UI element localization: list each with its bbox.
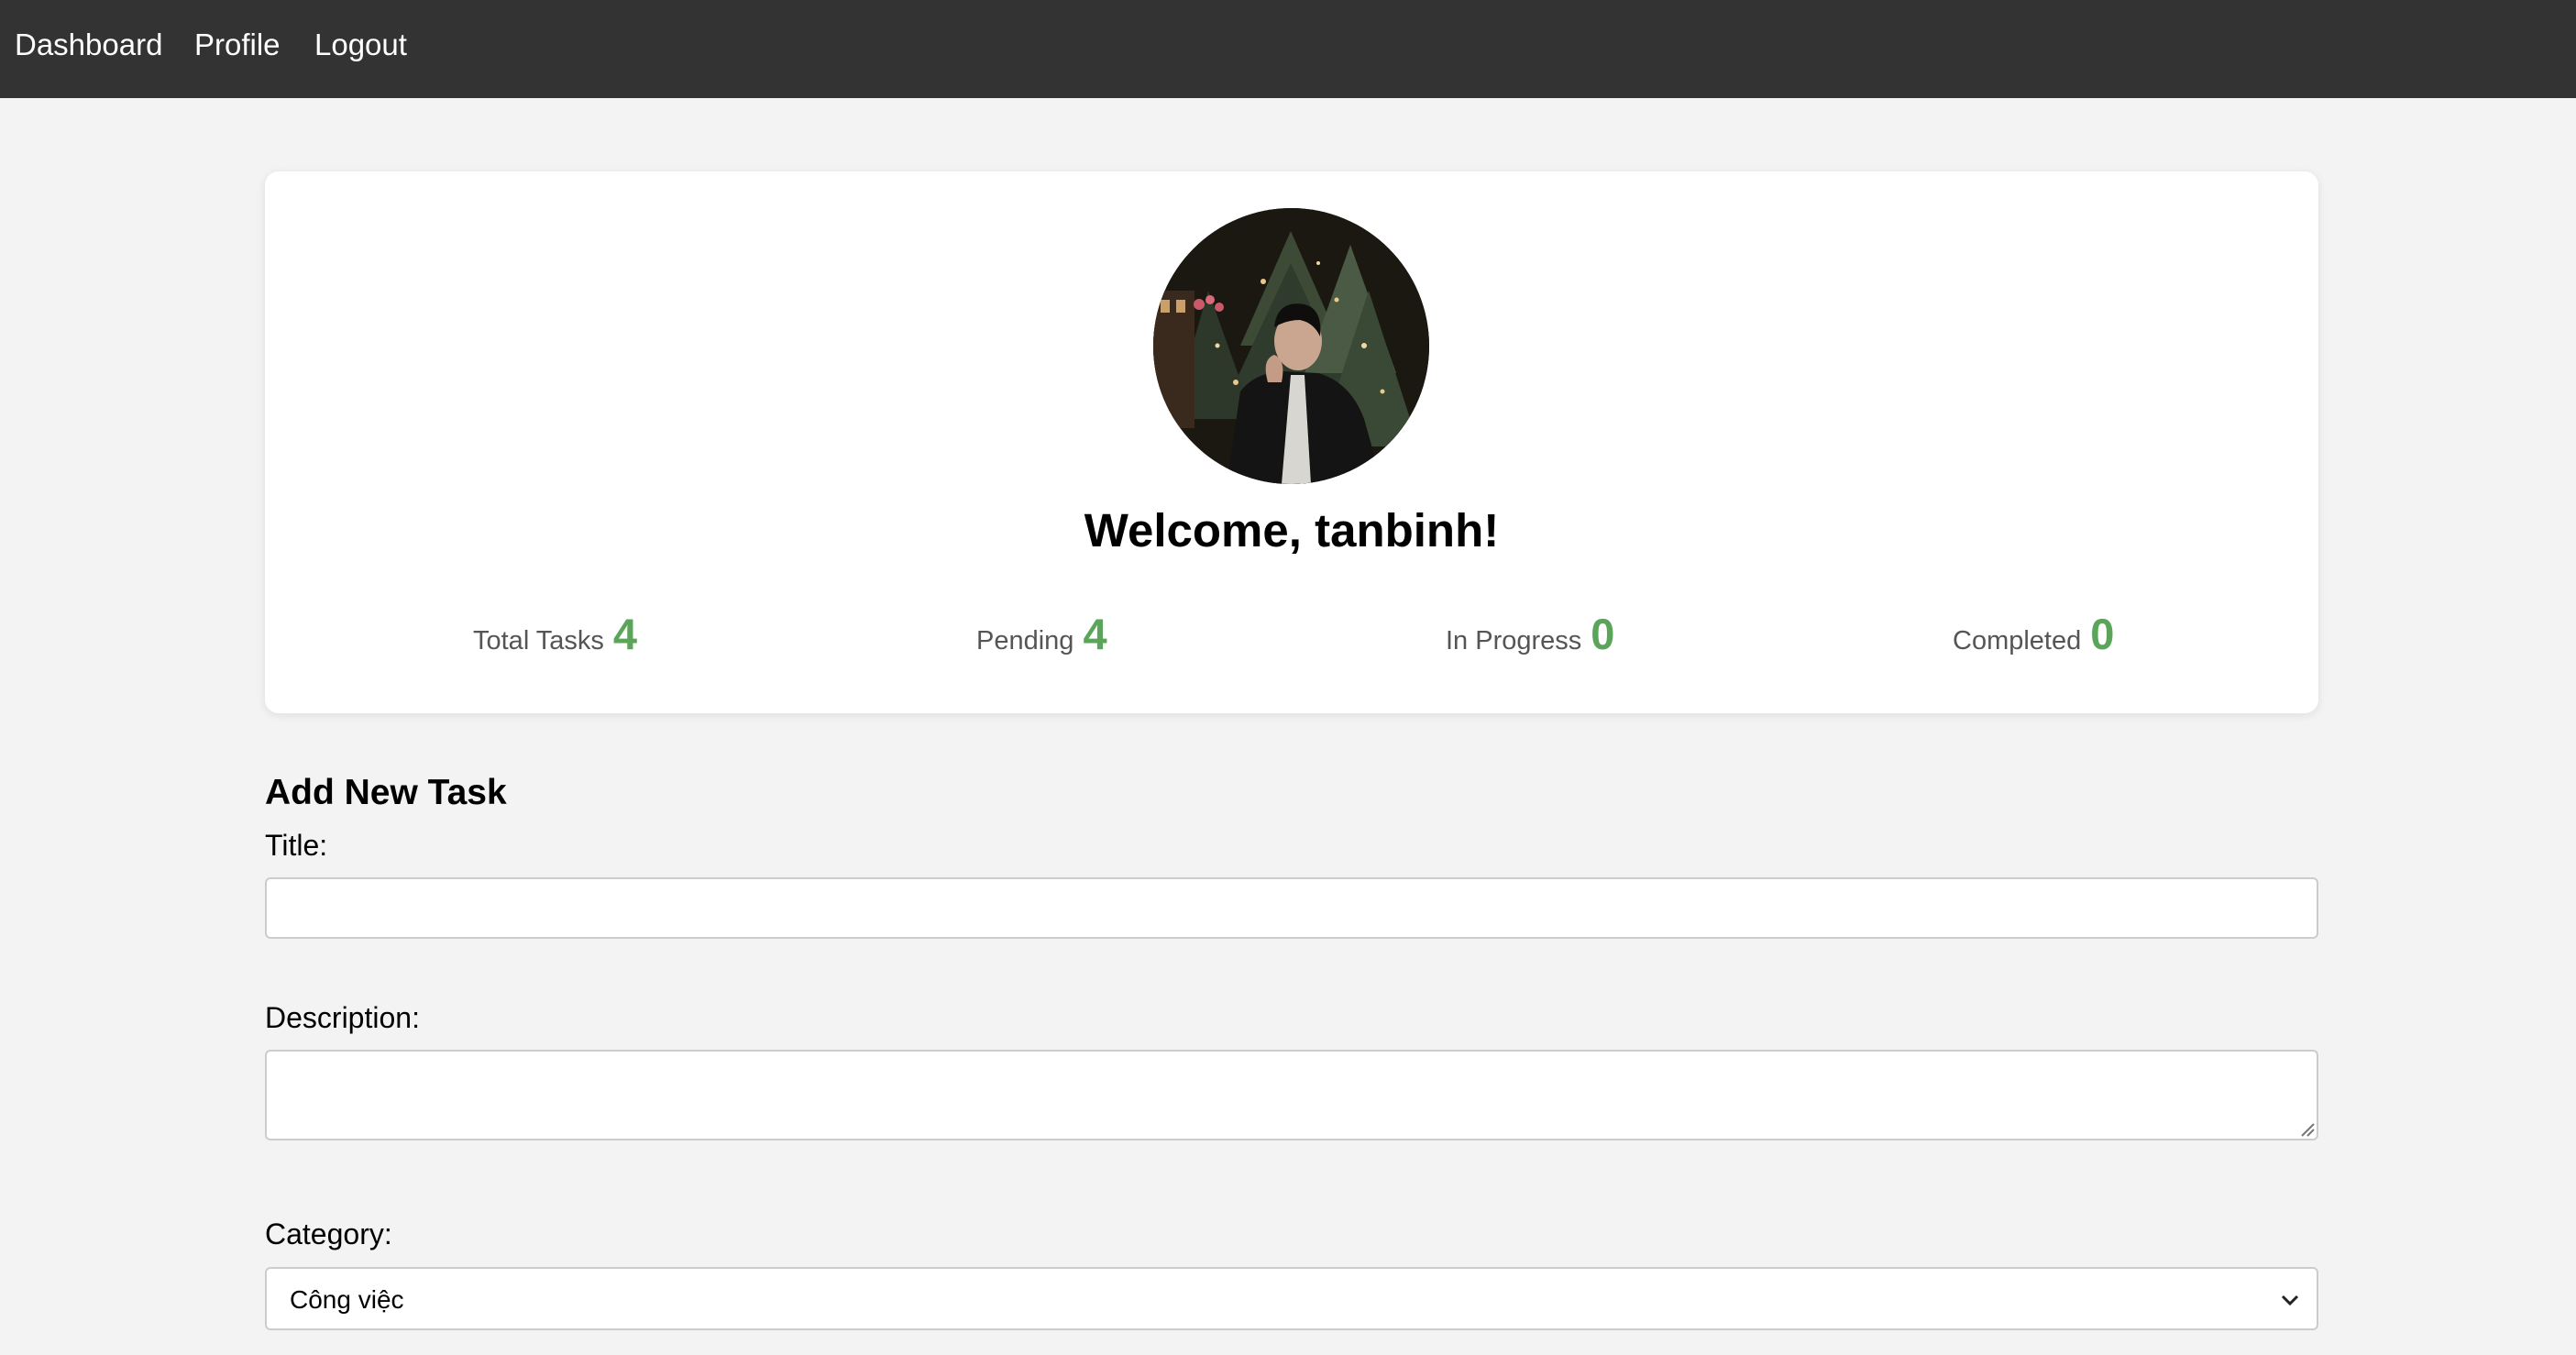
category-label: Category: — [265, 1217, 392, 1250]
title-label: Title: — [265, 829, 328, 862]
nav-link-dashboard[interactable]: Dashboard — [15, 28, 162, 62]
description-label: Description: — [265, 1001, 420, 1034]
stat-value: 4 — [1083, 610, 1107, 658]
chevron-down-icon — [2281, 1294, 2299, 1306]
stat-label: Total Tasks — [473, 626, 604, 655]
stat-value: 0 — [1591, 610, 1615, 658]
add-task-heading: Add New Task — [265, 773, 507, 812]
stat-in-progress: In Progress 0 — [1446, 609, 1614, 664]
stat-value: 4 — [612, 610, 638, 658]
description-textarea[interactable] — [265, 1050, 2318, 1140]
nav-link-profile[interactable]: Profile — [194, 28, 281, 62]
stat-label: Pending — [976, 626, 1074, 655]
stat-value: 0 — [2090, 610, 2115, 658]
stat-label: In Progress — [1446, 626, 1582, 655]
profile-card: Welcome, tanbinh! Total Tasks 4 Pending … — [265, 171, 2318, 713]
avatar-photo-icon — [1153, 208, 1429, 484]
avatar — [1153, 208, 1429, 484]
top-navbar: Dashboard Profile Logout — [0, 0, 2576, 98]
resize-grip-icon[interactable] — [2298, 1120, 2315, 1137]
category-select[interactable]: Công việc — [265, 1267, 2318, 1330]
stat-completed: Completed 0 — [1953, 609, 2114, 664]
title-input[interactable] — [265, 877, 2318, 939]
nav-link-logout[interactable]: Logout — [314, 28, 407, 62]
stat-total-tasks: Total Tasks 4 — [473, 609, 637, 664]
welcome-heading: Welcome, tanbinh! — [1084, 504, 1500, 556]
stat-label: Completed — [1953, 626, 2082, 655]
category-selected-value: Công việc — [290, 1285, 404, 1314]
stat-pending: Pending 4 — [976, 609, 1107, 664]
